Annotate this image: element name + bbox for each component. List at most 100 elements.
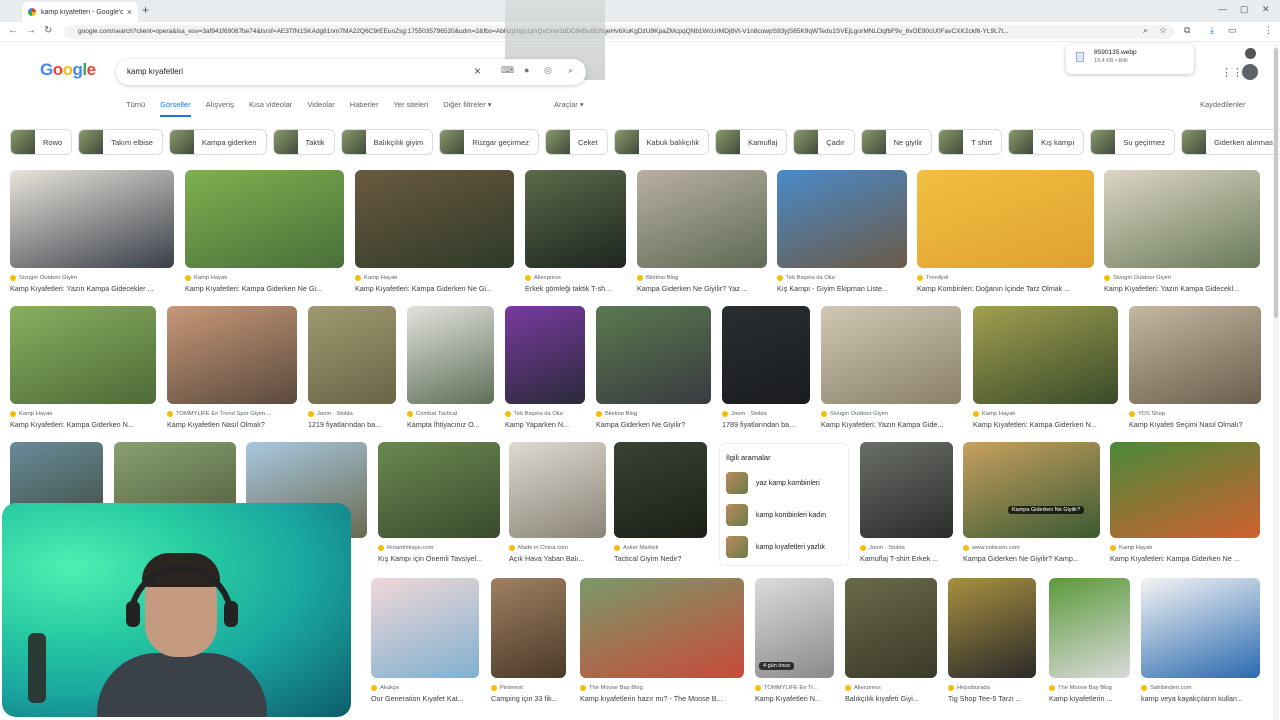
filter-chip[interactable]: Kamuflaj [715, 129, 788, 155]
result-thumbnail[interactable] [722, 306, 810, 404]
result-source[interactable]: Akakçe [371, 685, 479, 691]
result-caption[interactable]: Kamp Kıyafetleri: Kampa Giderken N... [973, 420, 1118, 429]
result-source[interactable]: www.cokicem.com [963, 545, 1100, 551]
extensions-icon[interactable]: ⧉ [1184, 25, 1190, 36]
page-scrollbar[interactable] [1273, 44, 1279, 720]
image-result[interactable]: Tek Başına da Olur Kamp Yaparken N... [505, 306, 585, 429]
image-result[interactable]: Trendyol Kamp Kombinleri: Doğanın İçinde … [917, 170, 1094, 293]
filter-chip[interactable]: Kış kampı [1008, 129, 1085, 155]
sidebar-icon[interactable]: ▭ [1228, 25, 1237, 36]
result-thumbnail[interactable] [407, 306, 494, 404]
filter-chip[interactable]: T shirt [938, 129, 1003, 155]
result-caption[interactable]: Tactical Giyim Nedir? [614, 554, 707, 563]
image-result[interactable]: Hepsiburada Tig Shop Tee-5 Tarzı ... [948, 578, 1036, 703]
result-thumbnail[interactable] [525, 170, 626, 268]
result-caption[interactable]: Kamp Kıyafetleri: Yazın Kampa Gidecekler… [10, 284, 174, 293]
clear-search-icon[interactable]: × [474, 64, 481, 78]
forward-icon[interactable]: → [26, 25, 36, 36]
tab-videos[interactable]: Videolar [307, 100, 334, 117]
search-page-icon[interactable]: ⌕ [1143, 25, 1148, 36]
filter-chip[interactable]: Rüzgar geçirmez [439, 129, 539, 155]
image-result[interactable]: Kampa Giderken Ne Giyilir? www.cokicem.co… [963, 442, 1100, 563]
download-popup[interactable]: 8590135.webp 19,4 KB • Bitti [1066, 44, 1194, 74]
result-source[interactable]: Biletino Blog [637, 275, 767, 281]
result-thumbnail[interactable] [1141, 578, 1260, 678]
url-field[interactable]: google.com/search?client=opera&lsa_esv=3… [64, 25, 1174, 39]
result-thumbnail[interactable] [167, 306, 297, 404]
result-caption[interactable]: Kampa Giderken Ne Giyilir? Kamp... [963, 554, 1100, 563]
voice-search-icon[interactable]: ● [524, 65, 529, 75]
result-source[interactable]: Aliexpress [525, 275, 626, 281]
result-caption[interactable]: Kamp kıyafetlerin ... [1049, 694, 1130, 703]
result-caption[interactable]: 1789 fiyatlarından ba... [722, 420, 810, 429]
result-thumbnail[interactable] [860, 442, 953, 538]
image-result[interactable]: Pinterest Camping için 33 fik... [491, 578, 566, 703]
image-result[interactable]: TOMMYLIFE En Trend Spor Giyim ... Kamp Kı… [167, 306, 297, 429]
result-thumbnail[interactable] [355, 170, 514, 268]
result-source[interactable]: Combat Tactical [407, 411, 494, 417]
reload-icon[interactable]: ↻ [44, 25, 52, 36]
result-source[interactable]: Asker Marketi [614, 545, 707, 551]
browser-profile-avatar[interactable] [1245, 48, 1256, 59]
filter-chip[interactable]: Rowo [10, 129, 73, 155]
filter-chip[interactable]: Giderken alınması [1181, 129, 1280, 155]
result-caption[interactable]: Kamp Kombinleri: Doğanın İçinde Tarz Olm… [917, 284, 1094, 293]
result-caption[interactable]: Camping için 33 fik... [491, 694, 566, 703]
bookmark-star-icon[interactable]: ☆ [1159, 25, 1167, 36]
result-thumbnail[interactable] [917, 170, 1094, 268]
result-thumbnail[interactable] [614, 442, 707, 538]
filter-chip[interactable]: Takım elbise [78, 129, 163, 155]
result-source[interactable]: Kamp Hayatı [185, 275, 344, 281]
result-thumbnail[interactable] [1110, 442, 1260, 538]
result-source[interactable]: Sivugin Outdoor Giyim [1104, 275, 1260, 281]
result-thumbnail[interactable] [821, 306, 961, 404]
result-thumbnail[interactable] [1104, 170, 1260, 268]
tab-more-filters[interactable]: Diğer filtreler ▾ [443, 100, 491, 117]
filter-chip[interactable]: Balıkçılık giyim [340, 129, 434, 155]
result-caption[interactable]: Kış Kampı - Giyim Ekipman Liste... [777, 284, 907, 293]
result-source[interactable]: Biletino Blog [596, 411, 711, 417]
result-thumbnail[interactable] [505, 306, 585, 404]
result-thumbnail[interactable]: 4 gün önce [755, 578, 834, 678]
google-profile-avatar[interactable] [1242, 64, 1258, 80]
image-result[interactable]: Biletino Blog Kampa Giderken Ne Giyilir? [596, 306, 711, 429]
image-result[interactable]: Sivugin Outdoor Giyim Kamp Kıyafetleri: Y… [10, 170, 174, 293]
image-result[interactable]: Sivugin Outdoor Giyim Kamp Kıyafetleri: Y… [821, 306, 961, 429]
maximize-icon[interactable]: ▢ [1240, 4, 1249, 15]
lens-icon[interactable]: ◎ [544, 65, 552, 76]
related-search-item[interactable]: kamp kombinleri kadın [726, 503, 842, 527]
image-result[interactable]: Joom · Stokta Kamuflaj T-shirt Erkek ... [860, 442, 953, 563]
result-caption[interactable]: Balıkçılık kıyafeti Giyi... [845, 694, 937, 703]
keyboard-icon[interactable]: ⌨ [501, 65, 514, 76]
result-source[interactable]: Joom · Stokta [860, 545, 953, 551]
result-caption[interactable]: Kamp kıyafetlerin hazır mı? - The Moose … [580, 694, 744, 703]
tab-news[interactable]: Haberler [350, 100, 379, 117]
tab-images[interactable]: Görseller [160, 100, 191, 117]
image-result[interactable]: The Moose Bay Blog Kamp kıyafetlerin hazı… [580, 578, 744, 703]
result-thumbnail[interactable] [371, 578, 479, 678]
result-caption[interactable]: Our Generation Kıyafet Kat... [371, 694, 479, 703]
result-caption[interactable]: Kamp Kıyafetleri: Kampa Giderken N... [10, 420, 156, 429]
result-caption[interactable]: Kampta İhtiyacınız O... [407, 420, 494, 429]
scrollbar-thumb[interactable] [1274, 48, 1278, 318]
filter-chip[interactable]: Kabuk balıkçılık [613, 129, 710, 155]
image-result[interactable]: Akakçe Our Generation Kıyafet Kat... [371, 578, 479, 703]
result-thumbnail[interactable] [580, 578, 744, 678]
result-thumbnail[interactable] [378, 442, 500, 538]
result-source[interactable]: Sivugin Outdoor Giyim [821, 411, 961, 417]
result-source[interactable]: TOMMYLIFE En Tr... [755, 685, 834, 691]
result-caption[interactable]: Kamp Kıyafetleri: Kampa Giderken Ne ... [1110, 554, 1260, 563]
result-source[interactable]: Trendyol [917, 275, 1094, 281]
result-caption[interactable]: Kamp Kıyafetleri: Kampa Giderken Ne Gi..… [185, 284, 344, 293]
tab-web[interactable]: Yer siteleri [393, 100, 428, 117]
related-search-item[interactable]: kamp kıyafetleri yazlık [726, 535, 842, 559]
result-source[interactable]: The Moose Bay Blog [580, 685, 744, 691]
result-thumbnail[interactable] [596, 306, 711, 404]
result-thumbnail[interactable] [637, 170, 767, 268]
image-result[interactable]: Kamp Hayatı Kamp Kıyafetleri: Kampa Gider… [973, 306, 1118, 429]
filter-chip[interactable]: Kampa giderken [168, 129, 267, 155]
search-input[interactable]: kamp kıyafetleri [127, 67, 183, 76]
result-source[interactable]: Aliexpress [845, 685, 937, 691]
result-source[interactable]: The Moose Bay Blog [1049, 685, 1130, 691]
browser-tab[interactable]: kamp kıyafetleri - Google'da A... × [22, 2, 138, 22]
